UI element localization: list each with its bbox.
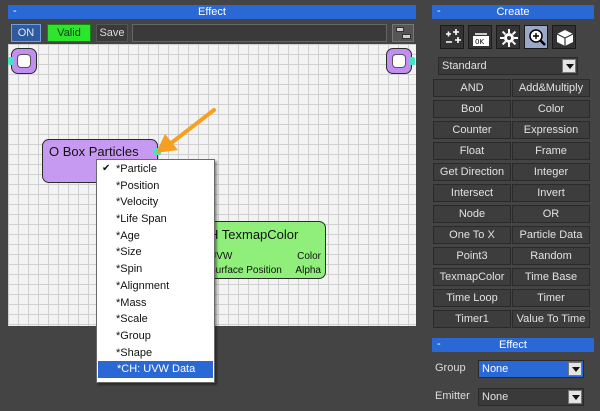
effect-props-title[interactable]: - Effect bbox=[432, 338, 594, 352]
layout-button[interactable] bbox=[392, 24, 414, 42]
create-texmapcolor-button[interactable]: TexmapColor bbox=[433, 268, 511, 286]
menu-item-uvw-data[interactable]: *CH: UVW Data bbox=[98, 361, 213, 378]
create-timer1-button[interactable]: Timer1 bbox=[433, 310, 511, 328]
create-node-button[interactable]: Node bbox=[433, 205, 511, 223]
port-square-icon bbox=[17, 54, 31, 68]
connector-dot-icon[interactable] bbox=[8, 57, 14, 65]
input-port-node[interactable] bbox=[8, 48, 37, 74]
output-socket-color[interactable]: Color bbox=[297, 251, 321, 262]
create-point3-button[interactable]: Point3 bbox=[433, 247, 511, 265]
menu-item-group[interactable]: *Group bbox=[97, 328, 214, 345]
create-random-button[interactable]: Random bbox=[512, 247, 590, 265]
create-float-button[interactable]: Float bbox=[433, 142, 511, 160]
node-title: O Box Particles bbox=[49, 144, 139, 159]
emitter-select[interactable]: None bbox=[478, 388, 584, 406]
box-icon[interactable] bbox=[552, 25, 576, 49]
zoom-icon[interactable] bbox=[524, 25, 548, 49]
create-intersect-button[interactable]: Intersect bbox=[433, 184, 511, 202]
svg-text:0K: 0K bbox=[475, 38, 484, 46]
minimize-icon[interactable]: - bbox=[437, 338, 441, 350]
save-button[interactable]: Save bbox=[96, 24, 128, 42]
chevron-down-icon[interactable] bbox=[568, 390, 582, 404]
menu-item-alignment[interactable]: *Alignment bbox=[97, 278, 214, 295]
group-label: Group bbox=[435, 362, 466, 374]
create-time-base-button[interactable]: Time Base bbox=[512, 268, 590, 286]
create-invert-button[interactable]: Invert bbox=[512, 184, 590, 202]
menu-item-mass[interactable]: *Mass bbox=[97, 295, 214, 312]
create-one-to-x-button[interactable]: One To X bbox=[433, 226, 511, 244]
add-node-icon[interactable] bbox=[440, 25, 464, 49]
minimize-icon[interactable]: - bbox=[13, 5, 17, 17]
group-select[interactable]: None bbox=[478, 360, 584, 378]
create-timer-button[interactable]: Timer bbox=[512, 289, 590, 307]
gear-icon[interactable] bbox=[496, 25, 520, 49]
emitter-label: Emitter bbox=[435, 390, 470, 402]
create-add-multiply-button[interactable]: Add&Multiply bbox=[512, 79, 590, 97]
create-value-to-time-button[interactable]: Value To Time bbox=[512, 310, 590, 328]
menu-item-particle[interactable]: ✔ *Particle bbox=[97, 161, 214, 178]
checkmark-icon: ✔ bbox=[102, 163, 111, 174]
create-panel-label: Create bbox=[496, 6, 530, 18]
chevron-down-icon[interactable] bbox=[562, 59, 576, 73]
menu-item-shape[interactable]: *Shape bbox=[97, 345, 214, 362]
create-counter-button[interactable]: Counter bbox=[433, 121, 511, 139]
effect-panel-title[interactable]: - Effect bbox=[8, 5, 416, 19]
create-expression-button[interactable]: Expression bbox=[512, 121, 590, 139]
create-get-direction-button[interactable]: Get Direction bbox=[433, 163, 511, 181]
create-integer-button[interactable]: Integer bbox=[512, 163, 590, 181]
effect-panel-label: Effect bbox=[198, 6, 226, 18]
node-title: H TexmapColor bbox=[209, 227, 299, 242]
minimize-icon[interactable]: - bbox=[437, 5, 441, 17]
port-square-icon bbox=[392, 54, 406, 68]
menu-item-scale[interactable]: *Scale bbox=[97, 311, 214, 328]
create-panel-title[interactable]: - Create bbox=[432, 5, 594, 19]
texmap-color-node[interactable]: H TexmapColor UVW Surface Position Color… bbox=[204, 221, 326, 279]
pointer-arrow-icon bbox=[156, 108, 216, 153]
counter-icon[interactable]: 0K bbox=[468, 25, 492, 49]
create-particle-data-button[interactable]: Particle Data bbox=[512, 226, 590, 244]
create-and-button[interactable]: AND bbox=[433, 79, 511, 97]
menu-item-position[interactable]: *Position bbox=[97, 178, 214, 195]
menu-item-velocity[interactable]: *Velocity bbox=[97, 194, 214, 211]
create-color-button[interactable]: Color bbox=[512, 100, 590, 118]
create-or-button[interactable]: OR bbox=[512, 205, 590, 223]
output-context-menu[interactable]: ✔ *Particle *Position *Velocity *Life Spa… bbox=[96, 159, 215, 383]
output-port-node[interactable] bbox=[386, 48, 415, 74]
chevron-down-icon[interactable] bbox=[568, 362, 582, 376]
menu-item-life-span[interactable]: *Life Span bbox=[97, 211, 214, 228]
effect-name-input[interactable] bbox=[132, 24, 387, 42]
create-bool-button[interactable]: Bool bbox=[433, 100, 511, 118]
create-time-loop-button[interactable]: Time Loop bbox=[433, 289, 511, 307]
menu-item-spin[interactable]: *Spin bbox=[97, 261, 214, 278]
create-frame-button[interactable]: Frame bbox=[512, 142, 590, 160]
input-socket-surface-position[interactable]: Surface Position bbox=[209, 265, 282, 276]
menu-item-age[interactable]: *Age bbox=[97, 228, 214, 245]
connector-dot-icon[interactable] bbox=[409, 57, 415, 65]
effect-props-label: Effect bbox=[499, 339, 527, 351]
category-select[interactable]: Standard bbox=[438, 57, 578, 75]
on-toggle-button[interactable]: ON bbox=[11, 24, 41, 42]
menu-item-size[interactable]: *Size bbox=[97, 244, 214, 261]
valid-status-button[interactable]: Valid bbox=[47, 24, 91, 42]
output-socket-alpha[interactable]: Alpha bbox=[295, 265, 321, 276]
